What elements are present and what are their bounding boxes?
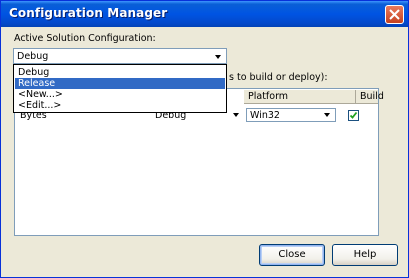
close-window-button[interactable] xyxy=(385,5,404,24)
configuration-manager-window: Configuration Manager Active Solution Co… xyxy=(0,0,409,278)
title-bar[interactable]: Configuration Manager xyxy=(1,1,408,27)
project-contexts-label: s to build or deploy): xyxy=(229,72,328,83)
build-checkbox[interactable] xyxy=(348,110,359,121)
dropdown-option-debug[interactable]: Debug xyxy=(15,67,225,78)
checkmark-icon xyxy=(349,111,358,119)
window-title: Configuration Manager xyxy=(9,6,168,20)
help-button[interactable]: Help xyxy=(332,244,398,266)
active-config-combo[interactable]: Debug xyxy=(13,48,227,64)
header-platform[interactable]: Platform xyxy=(244,90,356,104)
active-config-label: Active Solution Configuration: xyxy=(14,33,156,44)
row-platform: Win32 xyxy=(250,110,280,121)
configuration-dropdown-arrow[interactable] xyxy=(229,108,243,123)
dropdown-option-new[interactable]: <New...> xyxy=(15,89,225,100)
close-button[interactable]: Close xyxy=(259,244,325,266)
chevron-down-icon[interactable] xyxy=(319,109,335,121)
platform-combo[interactable]: Win32 xyxy=(246,108,336,122)
header-build[interactable]: Build xyxy=(356,90,384,104)
dropdown-option-edit[interactable]: <Edit...> xyxy=(15,100,225,111)
active-config-value: Debug xyxy=(17,51,49,62)
chevron-down-icon[interactable] xyxy=(210,49,226,63)
dropdown-option-release[interactable]: Release xyxy=(15,78,225,89)
active-config-dropdown-list[interactable]: Debug Release <New...> <Edit...> xyxy=(13,64,227,113)
close-icon xyxy=(389,9,400,20)
